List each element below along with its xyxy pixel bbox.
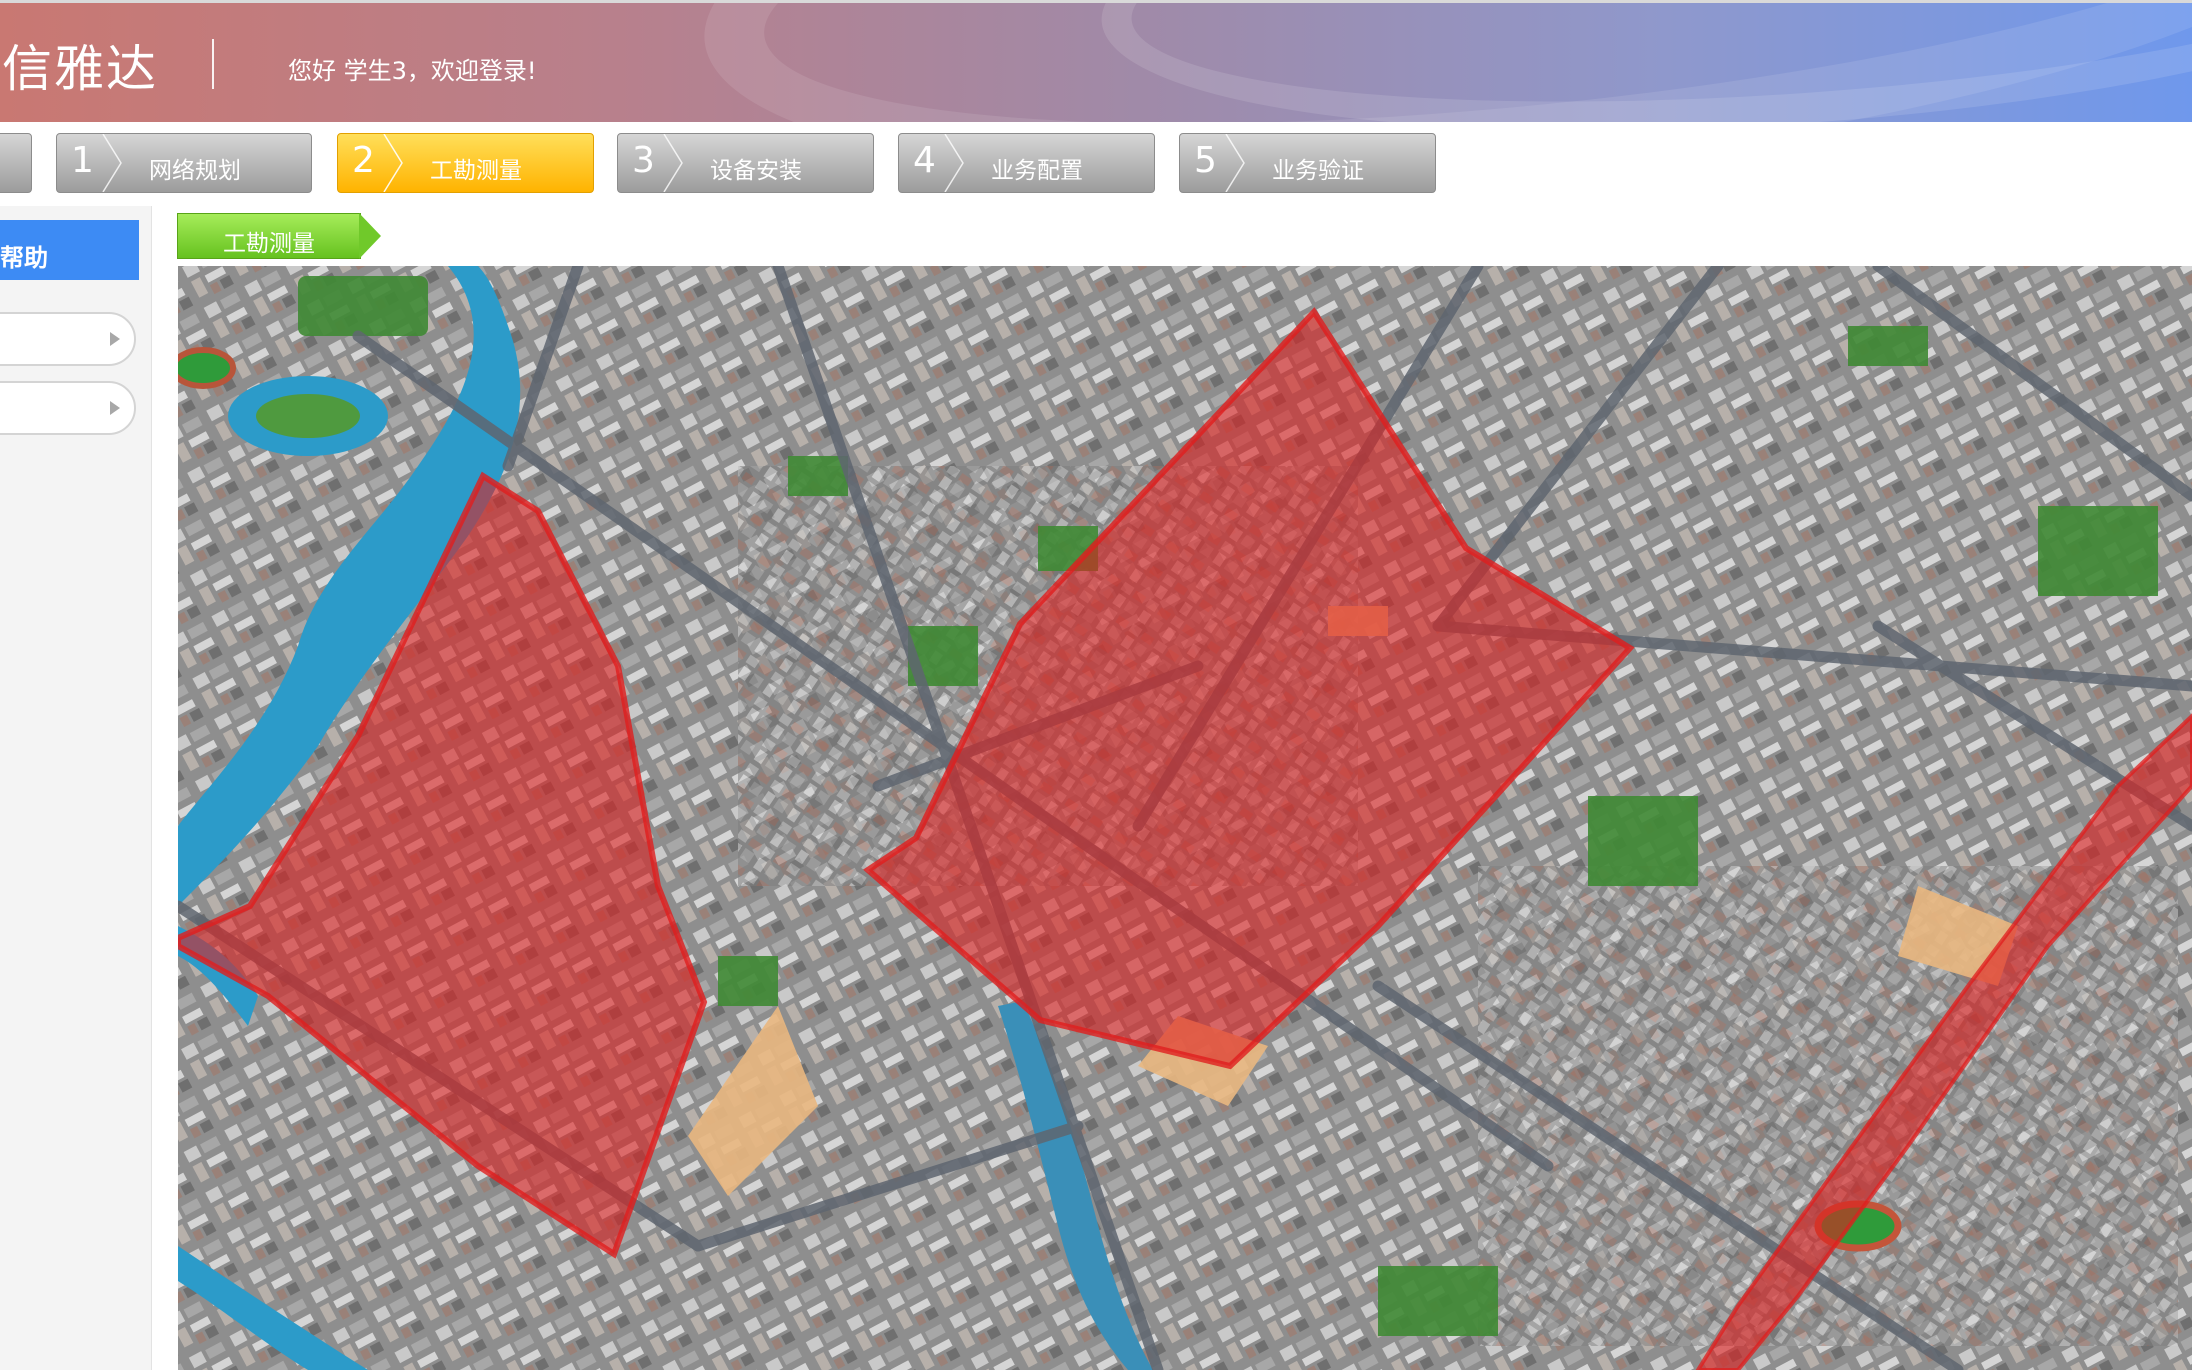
step-separator-icon [944,134,964,192]
app-header: 信雅达 您好 学生3，欢迎登录! [0,0,2192,122]
step-tab-device-installation[interactable]: 3 设备安装 [617,133,874,193]
step-navigation: 1 网络规划 2 工勘测量 3 设备安装 4 业务配置 5 业务验证 [0,122,2192,206]
step-separator-icon [663,134,683,192]
triangle-right-icon [110,401,120,415]
aerial-map-image [178,266,2192,1370]
help-button[interactable]: 帮助 [0,220,139,280]
step-label: 业务配置 [991,158,1083,184]
header-divider [212,39,214,89]
triangle-right-icon [110,332,120,346]
sidebar-menu-item[interactable] [0,312,136,366]
header-decoration [1091,3,2192,122]
step-tab-service-configuration[interactable]: 4 业务配置 [898,133,1155,193]
step-number: 3 [632,140,655,181]
breadcrumb-arrow [359,213,381,259]
step-number: 2 [352,140,375,181]
map-district [1478,866,2178,1346]
step-label: 业务验证 [1272,158,1364,184]
sidebar: 帮助 [0,206,152,1370]
breadcrumb-site-survey[interactable]: 工勘测量 [177,213,361,259]
step-separator-icon [102,134,122,192]
step-tab-site-survey[interactable]: 2 工勘测量 [337,133,594,193]
map-lake-island [256,394,360,438]
step-number: 4 [913,140,936,181]
step-separator-icon [383,134,403,192]
step-number: 5 [1194,140,1217,181]
step-label: 网络规划 [149,158,241,184]
brand-logo: 信雅达 [2,40,158,98]
step-label: 设备安装 [710,158,802,184]
step-tab-service-verification[interactable]: 5 业务验证 [1179,133,1436,193]
city-map[interactable] [178,266,2192,1370]
map-stadium [178,347,236,389]
step-tab-network-planning[interactable]: 1 网络规划 [56,133,312,193]
step-number: 1 [71,140,94,181]
sidebar-menu-item[interactable] [0,381,136,435]
welcome-message: 您好 学生3，欢迎登录! [288,57,537,85]
step-separator-icon [1225,134,1245,192]
step-previous-tab[interactable] [0,133,32,193]
step-label: 工勘测量 [430,158,522,184]
breadcrumb: 工勘测量 拓扑配置 [177,213,521,259]
